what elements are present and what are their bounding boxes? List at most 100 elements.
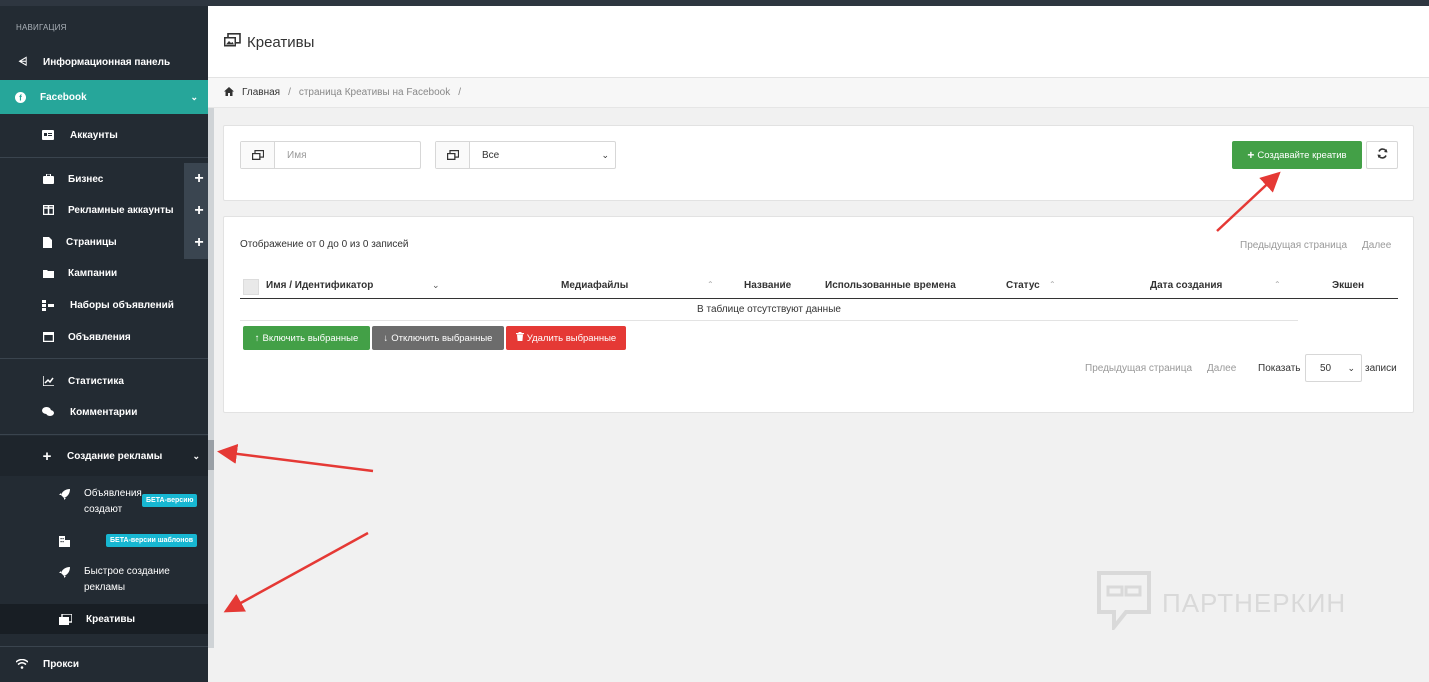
sidebar-item-label: Статистика — [68, 375, 124, 387]
name-filter-input[interactable] — [275, 142, 420, 168]
sidebar: НАВИГАЦИЯ ⩤ Информационная панель f Face… — [0, 0, 214, 682]
select-all-checkbox[interactable] — [243, 279, 259, 295]
page-size-value: 50 — [1320, 362, 1332, 374]
sidebar-scrollbar-thumb[interactable] — [208, 440, 214, 470]
column-header-created[interactable]: Дата создания — [1150, 280, 1222, 291]
sidebar-item-ads[interactable]: Объявления — [0, 326, 208, 348]
refresh-icon — [1377, 148, 1388, 162]
sidebar-item-label: Кампании — [68, 267, 118, 279]
sidebar-subitem-creatives[interactable]: Креативы — [0, 608, 208, 630]
sidebar-item-proxy[interactable]: Прокси — [0, 653, 208, 675]
divider — [0, 358, 208, 359]
delete-selected-button[interactable]: Удалить выбранные — [506, 326, 626, 350]
page-size-label: Показать — [1258, 363, 1301, 374]
chevron-down-icon: ⌄ — [1347, 362, 1355, 373]
watermark-logo-icon — [1096, 570, 1152, 637]
rocket-icon — [57, 565, 71, 579]
annotation-arrow-create-ads — [217, 443, 374, 473]
sidebar-item-pages[interactable]: Страницы — [0, 231, 208, 253]
building-icon — [57, 534, 71, 548]
sidebar-item-label: рекламы — [84, 582, 126, 593]
filter-card: Все ⌄ + Создавайте креатив — [223, 125, 1414, 201]
sidebar-item-label: Объявления — [84, 488, 142, 499]
sidebar-item-label: Facebook — [40, 91, 87, 103]
annotation-arrow-creatives — [223, 531, 369, 613]
sidebar-item-label: Креативы — [86, 613, 136, 625]
images-icon — [58, 612, 72, 626]
sidebar-item-label: Быстрое создание — [84, 566, 170, 577]
sidebar-item-label: Наборы объявлений — [70, 299, 174, 311]
beta-templates-badge: БЕТА-версии шаблонов — [106, 534, 198, 547]
page-title-text: Креативы — [247, 33, 315, 51]
share-icon: ⩤ — [18, 55, 28, 68]
breadcrumb-separator: / — [458, 87, 462, 98]
page-size-select[interactable]: 50 ⌄ — [1305, 354, 1362, 382]
sidebar-item-label: Прокси — [43, 658, 79, 670]
sidebar-scrollbar[interactable] — [208, 108, 214, 648]
arrow-up-icon: ↑ — [254, 332, 260, 344]
nav-heading: НАВИГАЦИЯ — [16, 23, 67, 32]
sort-icon: ⌃ — [781, 280, 788, 289]
trash-icon — [515, 332, 524, 344]
watermark-text: ПАРТНЕРКИН — [1162, 588, 1347, 618]
sort-icon: ⌃ — [1274, 280, 1281, 289]
sidebar-item-dashboard[interactable]: ⩤ Информационная панель — [0, 50, 208, 74]
sidebar-item-stats[interactable]: Статистика — [0, 370, 208, 392]
sidebar-item-label: Создание рекламы — [67, 450, 163, 462]
sort-icon: ⌃ — [707, 280, 714, 289]
refresh-button[interactable] — [1366, 141, 1398, 169]
table-empty-text: В таблице отсутствуют данные — [697, 304, 841, 315]
chevron-down-icon: ⌄ — [190, 91, 198, 102]
page-title: Креативы — [224, 33, 314, 51]
name-filter-group — [240, 141, 421, 169]
sort-desc-icon: ⌄ — [432, 280, 440, 290]
watermark: ПАРТНЕРКИН — [1096, 570, 1346, 637]
sidebar-item-label: Информационная панель — [43, 56, 171, 68]
disable-selected-label: Отключить выбранные — [391, 332, 493, 344]
sidebar-item-label: Объявления — [68, 331, 131, 343]
sidebar-item-label: Страницы — [66, 236, 117, 248]
enable-selected-button[interactable]: ↑ Включить выбранные — [243, 326, 370, 350]
beta-badge: БЕТА-версию — [142, 494, 198, 507]
column-header-name[interactable]: Имя / Идентификатор — [266, 280, 373, 291]
breadcrumb-current: страница Креативы на Facebook — [298, 87, 451, 98]
column-header-times-used[interactable]: Использованные времена — [825, 280, 956, 291]
sidebar-item-business[interactable]: Бизнес — [0, 168, 208, 190]
sidebar-item-label: Комментарии — [70, 406, 138, 418]
briefcase-icon — [41, 172, 55, 186]
sidebar-item-ad-accounts[interactable]: Рекламные аккаунты — [0, 199, 208, 221]
chevron-down-icon: ⌄ — [192, 450, 200, 461]
pagination-prev-bottom[interactable]: Предыдущая страница — [1085, 363, 1192, 374]
column-header-actions: Экшен — [1332, 280, 1365, 291]
breadcrumb-separator: / — [288, 87, 291, 98]
pagination-next-top[interactable]: Далее — [1362, 240, 1391, 251]
type-filter-select[interactable]: Все ⌄ — [470, 142, 615, 168]
delete-selected-label: Удалить выбранные — [526, 332, 617, 344]
sidebar-item-label: создают — [84, 504, 123, 515]
sidebar-subitem-quick-create[interactable]: Быстрое создание рекламы — [0, 564, 208, 596]
sidebar-item-create-ads[interactable]: + Создание рекламы ⌄ — [0, 445, 208, 467]
sort-icon: ⌃ — [1049, 280, 1056, 289]
table-empty-row: В таблице отсутствуют данные — [240, 299, 1298, 321]
breadcrumb-home-link[interactable]: Главная — [242, 87, 280, 98]
enable-selected-label: Включить выбранные — [262, 332, 359, 344]
facebook-icon: f — [13, 90, 27, 104]
sidebar-top-strip — [0, 0, 208, 6]
sidebar-item-campaigns[interactable]: Кампании — [0, 262, 208, 284]
create-creative-button[interactable]: + Создавайте креатив — [1232, 141, 1362, 169]
disable-selected-button[interactable]: ↓ Отключить выбранные — [372, 326, 504, 350]
plus-icon: + — [42, 447, 52, 465]
column-header-status[interactable]: Статус — [1006, 280, 1040, 291]
sidebar-item-facebook[interactable]: f Facebook ⌄ — [0, 80, 208, 114]
rocket-icon — [57, 487, 71, 501]
table-info: Отображение от 0 до 0 из 0 записей — [240, 239, 409, 250]
column-header-media[interactable]: Медиафайлы — [561, 280, 628, 291]
arrow-down-icon: ↓ — [383, 332, 389, 344]
sidebar-item-comments[interactable]: Комментарии — [0, 401, 208, 423]
sidebar-item-accounts[interactable]: Аккаунты — [0, 124, 208, 146]
sidebar-item-adsets[interactable]: Наборы объявлений — [0, 294, 208, 316]
sidebar-item-label: Аккаунты — [70, 129, 118, 141]
file-icon — [40, 235, 54, 249]
pagination-prev-top[interactable]: Предыдущая страница — [1240, 240, 1347, 251]
pagination-next-bottom[interactable]: Далее — [1207, 363, 1236, 374]
